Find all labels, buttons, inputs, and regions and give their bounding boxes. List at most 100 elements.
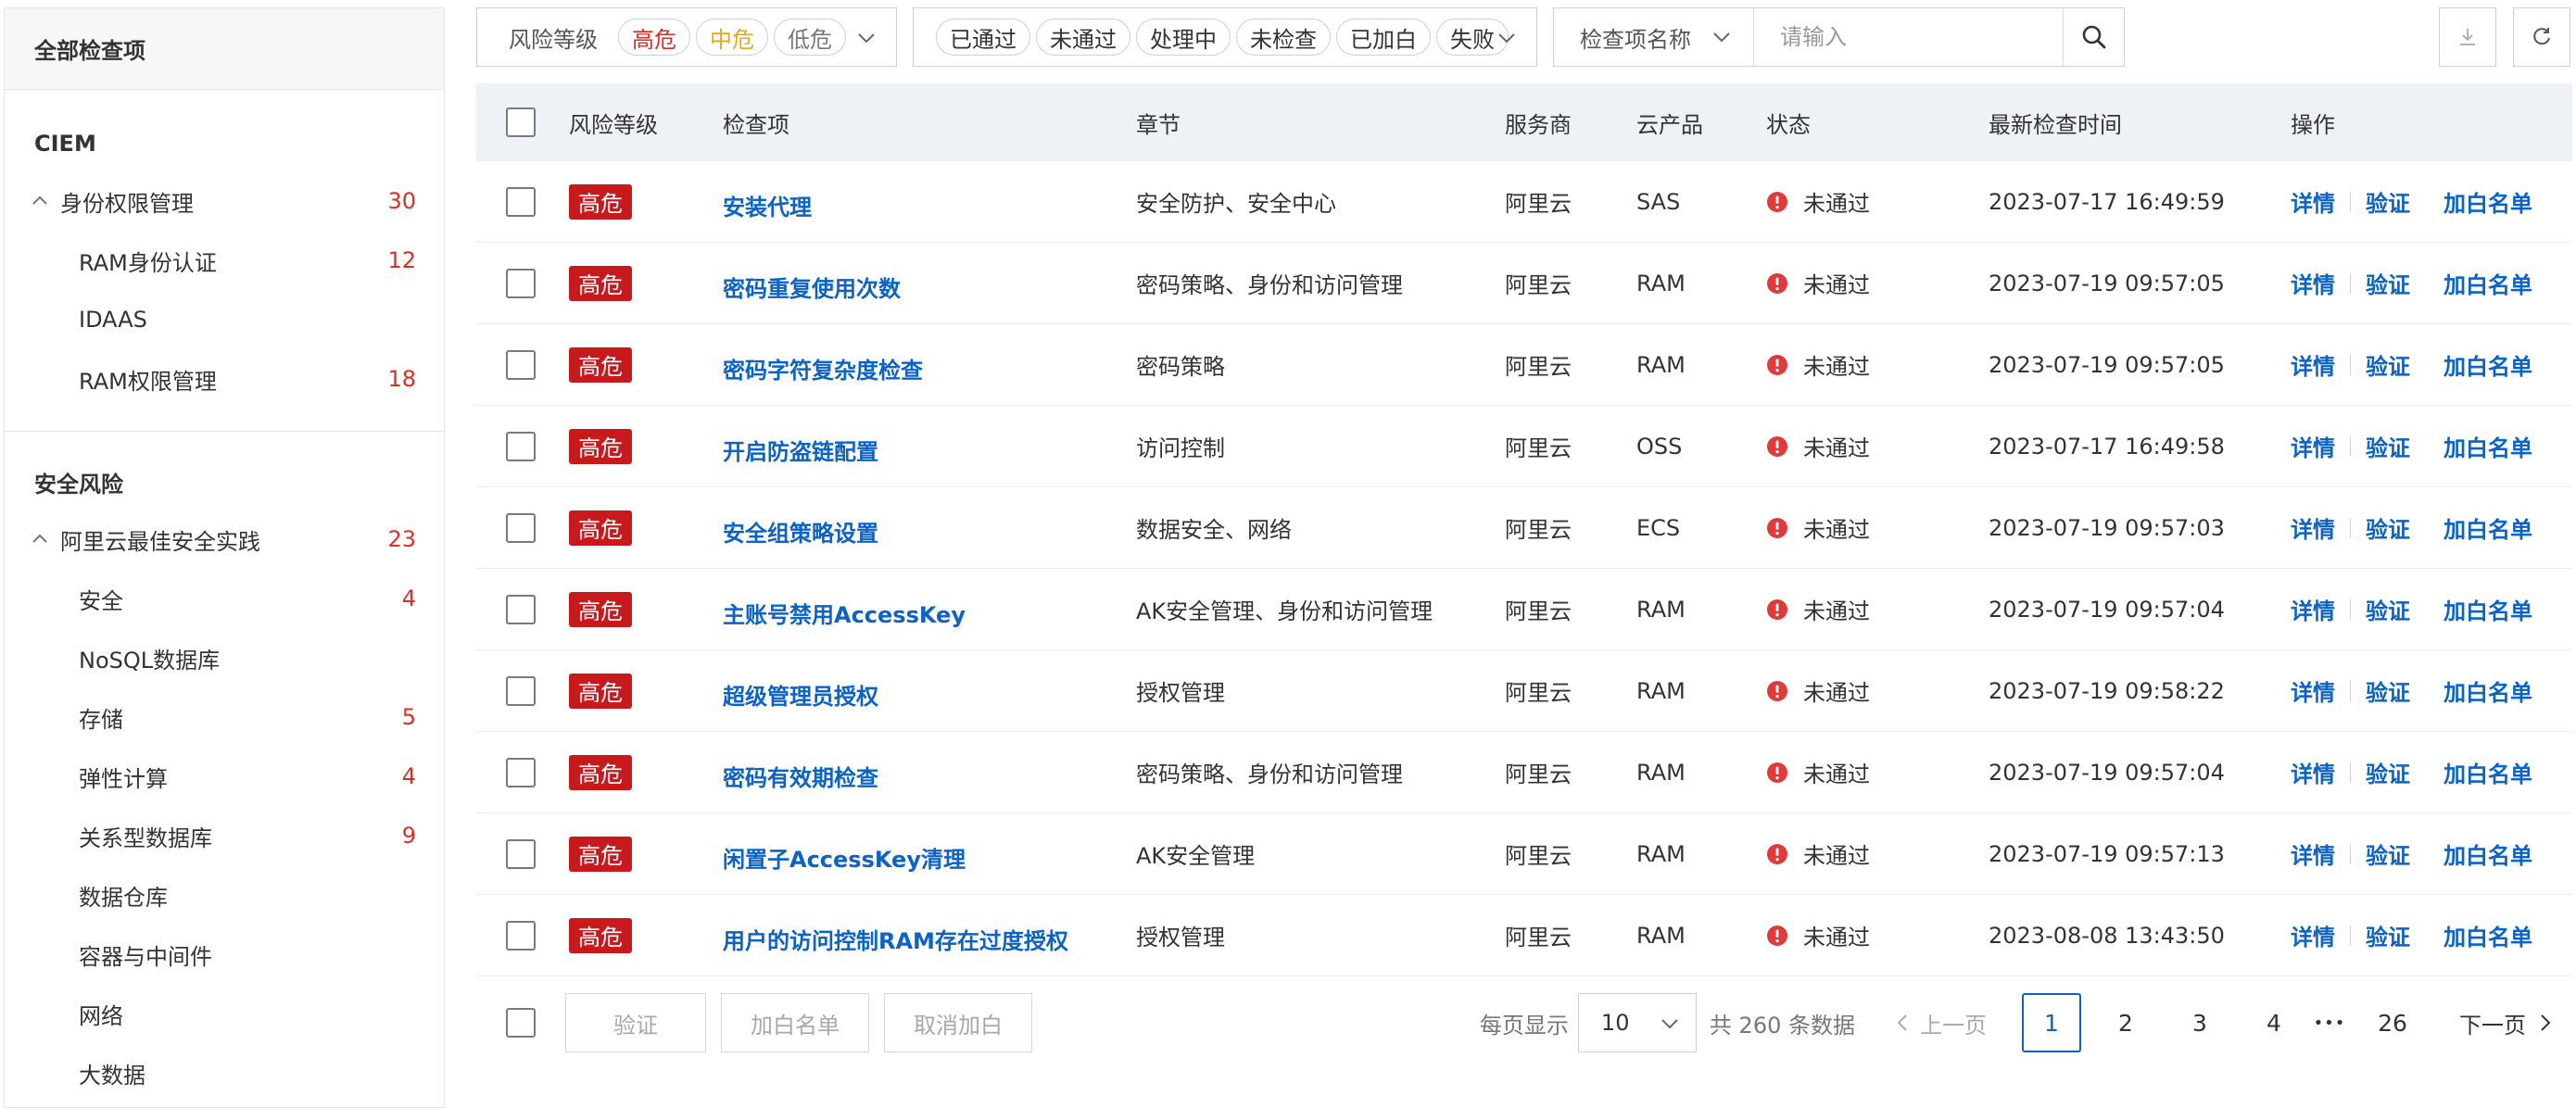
check-item-link[interactable]: 安全组策略设置 xyxy=(723,515,878,548)
verify-link[interactable]: 验证 xyxy=(2366,430,2410,462)
detail-link[interactable]: 详情 xyxy=(2291,267,2335,299)
page-2[interactable]: 2 xyxy=(2096,993,2155,1052)
chevron-down-icon[interactable] xyxy=(1494,25,1520,51)
row-checkbox[interactable] xyxy=(506,675,536,706)
sidebar-item[interactable]: 关系型数据库 9 xyxy=(5,806,444,865)
page-ellipsis[interactable]: ••• xyxy=(2311,993,2348,1052)
row-checkbox[interactable] xyxy=(506,838,536,869)
status-tag-passed[interactable]: 已通过 xyxy=(936,19,1030,56)
search-field-select[interactable]: 检查项名称 xyxy=(1554,8,1754,66)
row-checkbox[interactable] xyxy=(506,594,536,624)
check-item-link[interactable]: 用户的访问控制RAM存在过度授权 xyxy=(723,923,1068,955)
page-4[interactable]: 4 xyxy=(2244,993,2304,1052)
verify-link[interactable]: 验证 xyxy=(2366,674,2410,707)
row-checkbox[interactable] xyxy=(506,349,536,380)
risk-tag-high[interactable]: 高危 xyxy=(618,19,690,56)
verify-link[interactable]: 验证 xyxy=(2366,185,2410,218)
whitelist-link[interactable]: 加白名单 xyxy=(2443,430,2532,462)
detail-link[interactable]: 详情 xyxy=(2291,348,2335,381)
status-tag-whitelisted[interactable]: 已加白 xyxy=(1336,19,1431,56)
verify-link[interactable]: 验证 xyxy=(2366,756,2410,788)
row-checkbox[interactable] xyxy=(506,186,536,217)
sidebar-item[interactable]: 数据仓库 xyxy=(5,865,444,925)
sidebar-item[interactable]: RAM权限管理 18 xyxy=(5,349,444,409)
check-item-link[interactable]: 密码重复使用次数 xyxy=(723,271,901,303)
footer-select-all-checkbox[interactable] xyxy=(506,1008,536,1038)
per-page-select[interactable]: 10 xyxy=(1577,993,1697,1052)
sidebar-section-title: CIEM xyxy=(34,131,96,157)
status-tag-unchecked[interactable]: 未检查 xyxy=(1236,19,1331,56)
sidebar-group[interactable]: 身份权限管理 30 xyxy=(5,171,444,231)
whitelist-link[interactable]: 加白名单 xyxy=(2443,267,2532,299)
detail-link[interactable]: 详情 xyxy=(2291,185,2335,218)
check-item-link[interactable]: 开启防盗链配置 xyxy=(723,434,878,466)
whitelist-link[interactable]: 加白名单 xyxy=(2443,593,2532,625)
prev-page-button[interactable]: 上一页 xyxy=(1892,1007,1987,1039)
whitelist-link[interactable]: 加白名单 xyxy=(2443,837,2532,870)
sidebar-item[interactable]: 网络 xyxy=(5,984,444,1043)
chevron-down-icon[interactable] xyxy=(853,25,879,51)
row-checkbox[interactable] xyxy=(506,920,536,951)
status-tag-processing[interactable]: 处理中 xyxy=(1136,19,1231,56)
whitelist-link[interactable]: 加白名单 xyxy=(2443,919,2532,951)
download-button[interactable] xyxy=(2439,7,2496,67)
check-item-link[interactable]: 闲置子AccessKey清理 xyxy=(723,841,966,874)
status-tag-failed[interactable]: 未通过 xyxy=(1036,19,1130,56)
detail-link[interactable]: 详情 xyxy=(2291,593,2335,625)
header-chapter: 章节 xyxy=(1136,111,1181,138)
check-item-link[interactable]: 密码有效期检查 xyxy=(723,760,878,792)
detail-link[interactable]: 详情 xyxy=(2291,430,2335,462)
bulk-unwhitelist-button[interactable]: 取消加白 xyxy=(884,993,1032,1052)
search-button[interactable] xyxy=(2063,8,2124,66)
sidebar-item[interactable]: 安全 4 xyxy=(5,569,444,628)
next-page-button[interactable]: 下一页 xyxy=(2459,1007,2556,1039)
page-3[interactable]: 3 xyxy=(2170,993,2229,1052)
whitelist-link[interactable]: 加白名单 xyxy=(2443,674,2532,707)
page-26[interactable]: 26 xyxy=(2363,993,2422,1052)
verify-link[interactable]: 验证 xyxy=(2366,348,2410,381)
verify-link[interactable]: 验证 xyxy=(2366,919,2410,951)
search-input[interactable] xyxy=(1754,8,2063,66)
refresh-button[interactable] xyxy=(2513,7,2570,67)
verify-link[interactable]: 验证 xyxy=(2366,837,2410,870)
risk-tag-low[interactable]: 低危 xyxy=(774,19,846,56)
sidebar-header[interactable]: 全部检查项 xyxy=(5,8,444,90)
sidebar-item[interactable]: 存储 5 xyxy=(5,687,444,747)
header-product: 云产品 xyxy=(1636,111,1703,138)
check-item-link[interactable]: 安装代理 xyxy=(723,189,812,221)
row-checkbox[interactable] xyxy=(506,512,536,543)
sidebar-item[interactable]: NoSQL数据库 xyxy=(5,628,444,687)
row-checkbox[interactable] xyxy=(506,431,536,461)
sidebar-group[interactable]: 阿里云最佳安全实践 23 xyxy=(5,510,444,569)
product-cell: RAM xyxy=(1636,596,1686,623)
select-all-checkbox[interactable] xyxy=(506,107,536,137)
check-item-link[interactable]: 超级管理员授权 xyxy=(723,678,878,711)
sidebar-item[interactable]: IDAAS xyxy=(5,290,444,349)
bulk-whitelist-button[interactable]: 加白名单 xyxy=(721,993,869,1052)
detail-link[interactable]: 详情 xyxy=(2291,919,2335,951)
whitelist-link[interactable]: 加白名单 xyxy=(2443,348,2532,381)
sidebar-item[interactable]: 容器与中间件 xyxy=(5,925,444,984)
page-1[interactable]: 1 xyxy=(2022,993,2081,1052)
whitelist-link[interactable]: 加白名单 xyxy=(2443,185,2532,218)
row-checkbox[interactable] xyxy=(506,268,536,298)
verify-link[interactable]: 验证 xyxy=(2366,267,2410,299)
check-item-link[interactable]: 密码字符复杂度检查 xyxy=(723,352,923,384)
sidebar-item[interactable]: 大数据 xyxy=(5,1043,444,1102)
sidebar-item[interactable]: 弹性计算 4 xyxy=(5,747,444,806)
risk-tag-medium[interactable]: 中危 xyxy=(696,19,768,56)
detail-link[interactable]: 详情 xyxy=(2291,511,2335,544)
row-checkbox[interactable] xyxy=(506,757,536,787)
detail-link[interactable]: 详情 xyxy=(2291,674,2335,707)
verify-link[interactable]: 验证 xyxy=(2366,511,2410,544)
detail-link[interactable]: 详情 xyxy=(2291,756,2335,788)
whitelist-link[interactable]: 加白名单 xyxy=(2443,756,2532,788)
check-item-link[interactable]: 主账号禁用AccessKey xyxy=(723,597,966,629)
sidebar-item[interactable]: RAM身份认证 12 xyxy=(5,231,444,290)
bulk-verify-button[interactable]: 验证 xyxy=(565,993,706,1052)
risk-level-filter[interactable]: 风险等级 高危 中危 低危 xyxy=(476,7,897,67)
verify-link[interactable]: 验证 xyxy=(2366,593,2410,625)
detail-link[interactable]: 详情 xyxy=(2291,837,2335,870)
whitelist-link[interactable]: 加白名单 xyxy=(2443,511,2532,544)
status-filter[interactable]: 已通过 未通过 处理中 未检查 已加白 失败 xyxy=(913,7,1537,67)
